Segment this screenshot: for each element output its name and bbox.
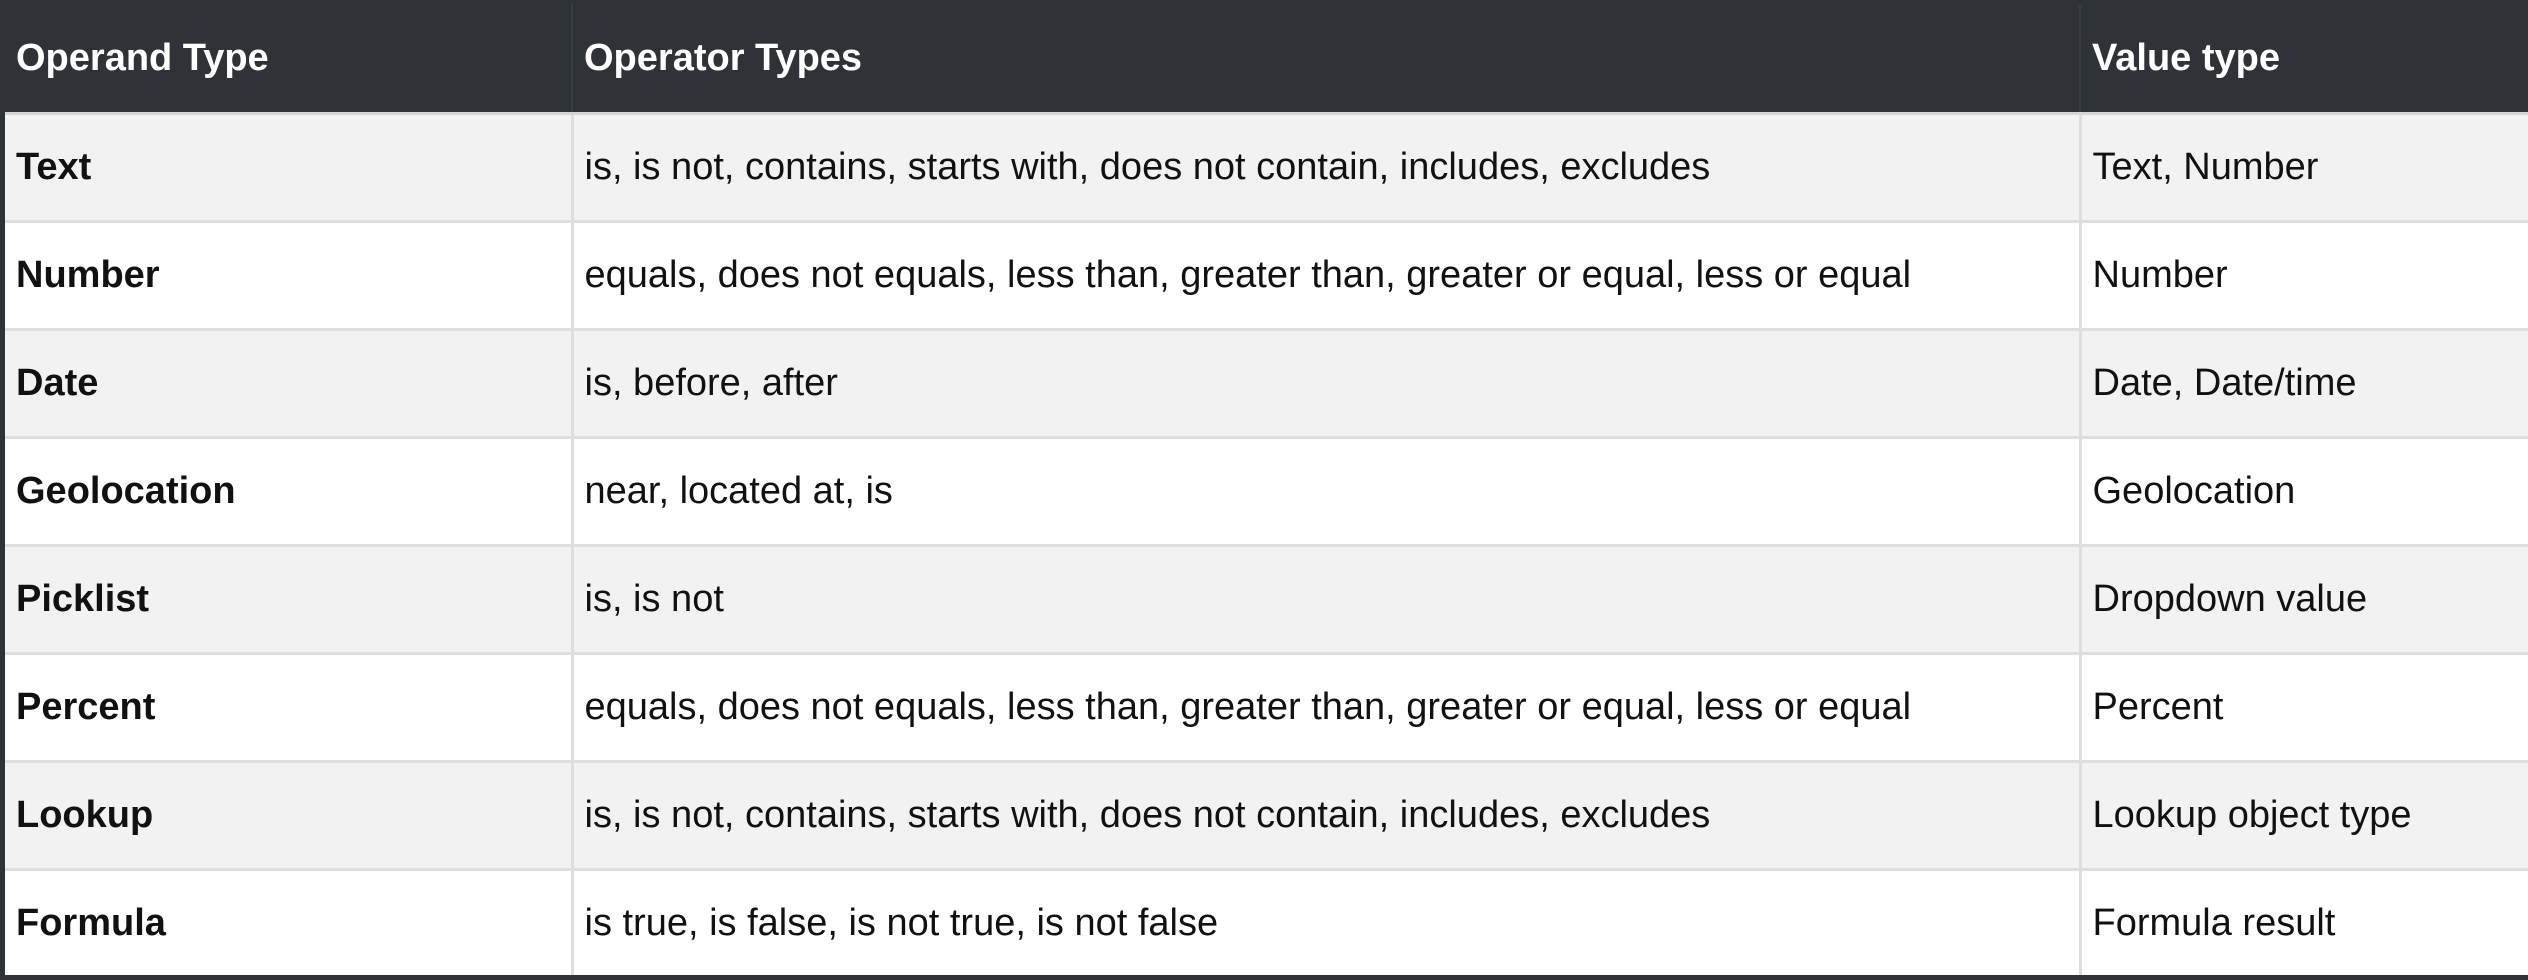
table-header: Operand Type Operator Types Value type — [5, 5, 2528, 115]
value-type-cell: Date, Date/time — [2080, 329, 2528, 439]
operand-cell: Formula — [5, 869, 574, 975]
operand-cell: Text — [5, 113, 574, 223]
operand-cell: Lookup — [5, 761, 574, 871]
operators-cell: is, before, after — [572, 329, 2082, 439]
table-body: Text is, is not, contains, starts with, … — [5, 113, 2528, 975]
value-type-cell: Geolocation — [2080, 437, 2528, 547]
operators-cell: is, is not, contains, starts with, does … — [572, 761, 2082, 871]
value-type-cell: Text, Number — [2080, 113, 2528, 223]
operand-cell: Geolocation — [5, 437, 574, 547]
value-type-cell: Number — [2080, 221, 2528, 331]
column-header-value-type: Value type — [2080, 5, 2528, 115]
table-row: Date is, before, after Date, Date/time — [5, 329, 2528, 439]
operators-cell: equals, does not equals, less than, grea… — [572, 221, 2082, 331]
operand-cell: Date — [5, 329, 574, 439]
operand-cell: Percent — [5, 653, 574, 763]
column-header-operator-types: Operator Types — [572, 5, 2081, 115]
table-frame: Operand Type Operator Types Value type T… — [0, 0, 2528, 980]
operators-cell: near, located at, is — [572, 437, 2082, 547]
value-type-cell: Lookup object type — [2080, 761, 2528, 871]
table-row: Geolocation near, located at, is Geoloca… — [5, 437, 2528, 547]
table-row: Number equals, does not equals, less tha… — [5, 221, 2528, 331]
table-row: Percent equals, does not equals, less th… — [5, 653, 2528, 763]
value-type-cell: Dropdown value — [2080, 545, 2528, 655]
table-row: Lookup is, is not, contains, starts with… — [5, 761, 2528, 871]
value-type-cell: Formula result — [2080, 869, 2528, 975]
column-header-operand-type: Operand Type — [5, 5, 573, 115]
operators-cell: equals, does not equals, less than, grea… — [572, 653, 2082, 763]
operand-cell: Number — [5, 221, 574, 331]
operators-table: Operand Type Operator Types Value type T… — [5, 5, 2528, 975]
value-type-cell: Percent — [2080, 653, 2528, 763]
table-row: Formula is true, is false, is not true, … — [5, 869, 2528, 975]
operators-cell: is true, is false, is not true, is not f… — [572, 869, 2082, 975]
operators-cell: is, is not, contains, starts with, does … — [572, 113, 2082, 223]
operand-cell: Picklist — [5, 545, 574, 655]
operators-cell: is, is not — [572, 545, 2082, 655]
table-row: Picklist is, is not Dropdown value — [5, 545, 2528, 655]
table-row: Text is, is not, contains, starts with, … — [5, 113, 2528, 223]
header-row: Operand Type Operator Types Value type — [5, 5, 2528, 115]
